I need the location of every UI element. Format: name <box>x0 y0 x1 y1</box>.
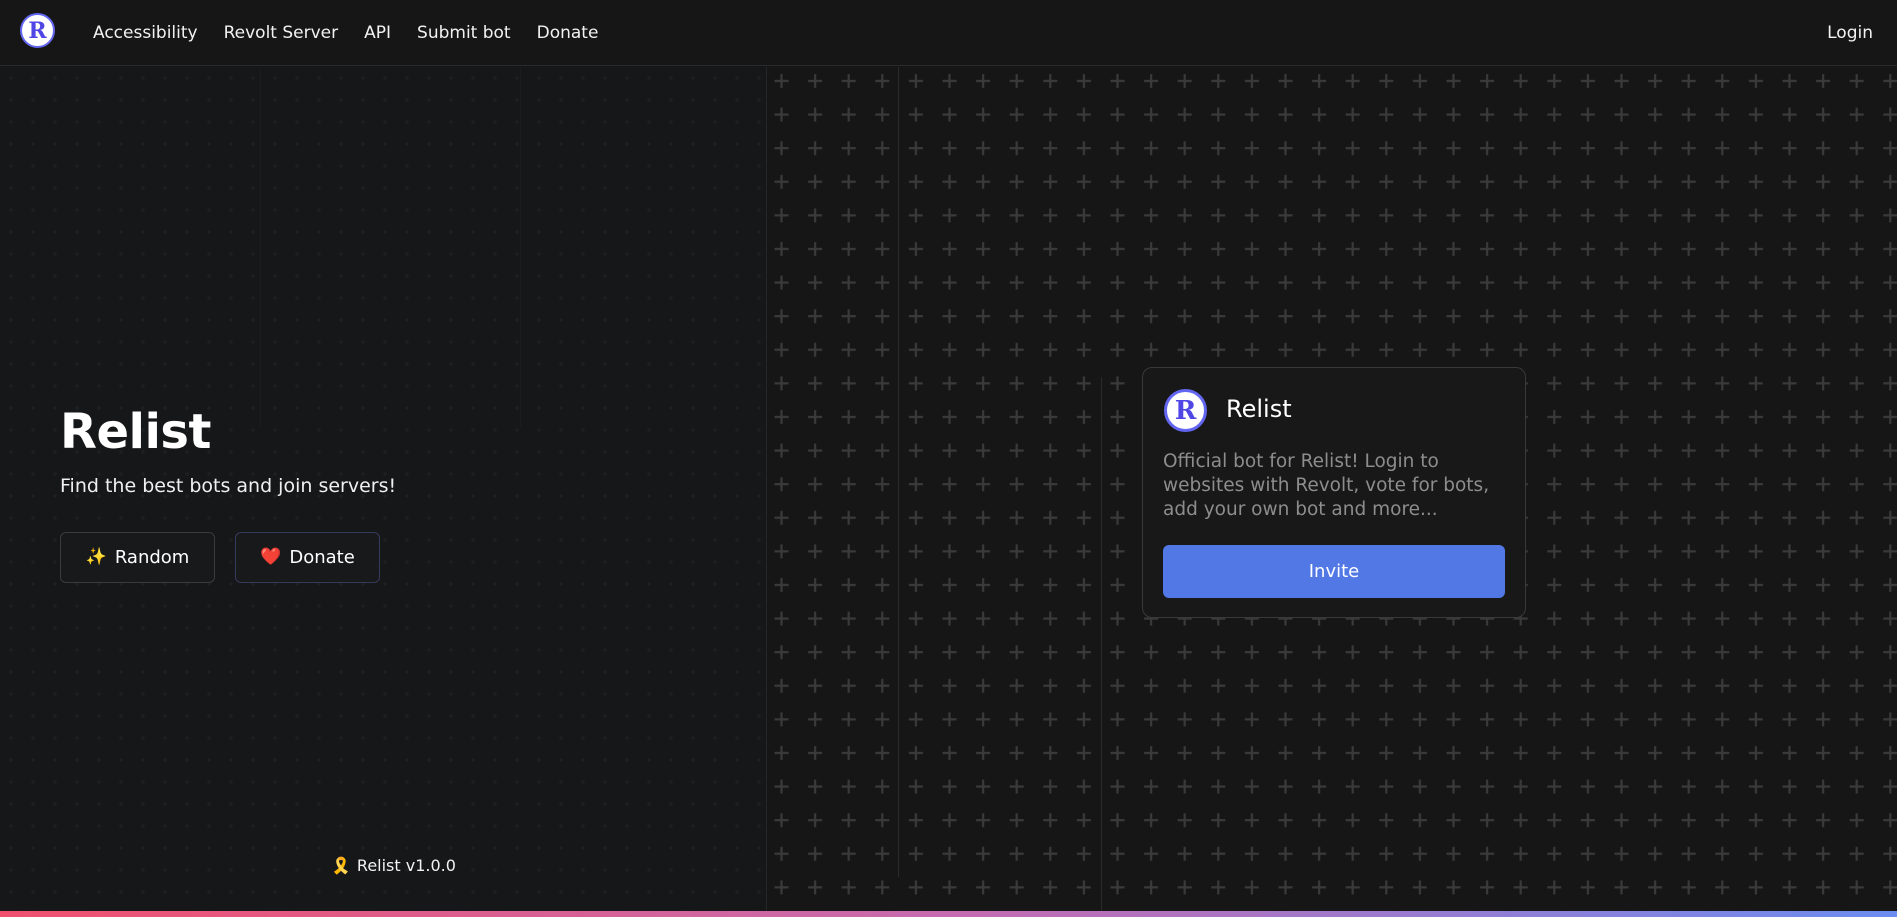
nav-links: Accessibility Revolt Server API Submit b… <box>93 0 598 66</box>
bot-avatar: R <box>1164 389 1207 432</box>
hero-title: Relist <box>60 404 211 460</box>
bottom-gradient-bar <box>0 911 1897 917</box>
top-navbar: R Accessibility Revolt Server API Submit… <box>0 0 1897 66</box>
nav-link-accessibility[interactable]: Accessibility <box>93 23 198 43</box>
version-label: 🎗️ Relist v1.0.0 <box>331 856 456 875</box>
relist-logo[interactable]: R <box>20 13 55 48</box>
nav-link-submit-bot[interactable]: Submit bot <box>417 23 511 43</box>
background-divider <box>1101 377 1102 911</box>
bot-description: Official bot for Relist! Login to websit… <box>1163 451 1490 520</box>
background-divider <box>260 67 261 427</box>
background-divider <box>898 67 899 877</box>
donate-button[interactable]: ❤️ Donate <box>235 532 380 583</box>
random-button[interactable]: ✨ Random <box>60 532 215 583</box>
bot-name: Relist <box>1226 395 1292 423</box>
login-link[interactable]: Login <box>1827 0 1873 66</box>
nav-link-donate[interactable]: Donate <box>537 23 599 43</box>
ribbon-icon: 🎗️ <box>331 856 351 875</box>
bot-card: R Relist Official bot for Relist! Login … <box>1142 367 1526 618</box>
background-divider <box>520 67 521 427</box>
sparkles-icon: ✨ <box>85 547 107 567</box>
random-button-label: Random <box>114 547 190 568</box>
invite-button[interactable]: Invite <box>1163 545 1505 598</box>
version-text: Relist v1.0.0 <box>356 856 456 875</box>
hero-subtitle: Find the best bots and join servers! <box>60 475 397 497</box>
donate-button-label: Donate <box>289 547 355 568</box>
heart-icon: ❤️ <box>260 547 282 567</box>
nav-link-api[interactable]: API <box>364 23 391 43</box>
nav-link-revolt-server[interactable]: Revolt Server <box>224 23 339 43</box>
